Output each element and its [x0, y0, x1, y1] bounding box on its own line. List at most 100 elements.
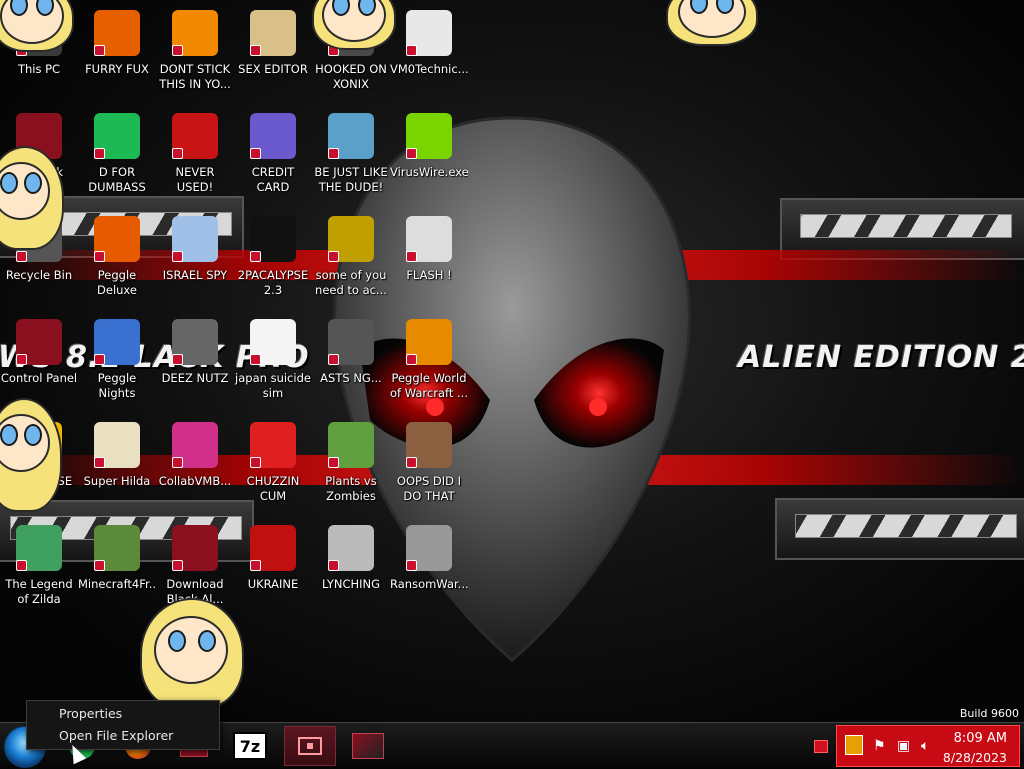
desktop-icon[interactable]: SEX EDITOR: [234, 10, 312, 77]
spotify-icon: [94, 113, 140, 159]
desktop-icon-label: Plants vs Zombies: [325, 474, 377, 503]
sneaker-icon: [406, 10, 452, 56]
credit-card-icon: [250, 113, 296, 159]
desktop-icon-label: Peggle Nights Deluxe: [97, 371, 137, 400]
desktop-icon[interactable]: FURRY FUX: [78, 10, 156, 77]
desktop-icon[interactable]: FLASH !: [390, 216, 468, 283]
desktop-icon-label: CHUZZIN CUM: [246, 474, 300, 503]
desktop-icon[interactable]: VirusWire.exe: [390, 113, 468, 180]
desktop-icon-label: 2PACALYPSE 2.3: [237, 268, 309, 297]
wallpaper-banner-right: ALIEN EDITION 201: [738, 340, 1024, 375]
limewire-icon: [406, 113, 452, 159]
record-icon: [298, 737, 322, 755]
shortcut-arrow-icon: [250, 148, 261, 159]
desktop-icon[interactable]: UKRAINE: [234, 525, 312, 592]
desktop-icon[interactable]: RansomWar...: [390, 525, 468, 592]
desktop-icon[interactable]: LYNCHING: [312, 525, 390, 592]
desktop-icon[interactable]: BE JUST LIKE THE DUDE!: [312, 113, 390, 195]
shortcut-arrow-icon: [172, 251, 183, 262]
spy-icon: [172, 216, 218, 262]
shortcut-arrow-icon: [406, 251, 417, 262]
desktop-icon[interactable]: DONT STICK THIS IN YO...: [156, 10, 234, 92]
desktop-icon-label: HOOKED ON XONIX: [315, 62, 387, 91]
desktop-icon-label: UKRAINE: [247, 577, 299, 591]
shortcut-arrow-icon: [406, 45, 417, 56]
desktop-icon[interactable]: Peggle Nights Deluxe: [78, 319, 156, 401]
dog-icon: [328, 216, 374, 262]
shortcut-arrow-icon: [328, 148, 339, 159]
stack-icon: [172, 319, 218, 365]
shortcut-arrow-icon: [16, 354, 27, 365]
desktop-icon-label: ISRAEL SPY: [162, 268, 228, 282]
volume-icon[interactable]: 🔈︎: [921, 738, 929, 754]
menu-item-properties[interactable]: Properties: [27, 703, 219, 725]
flower-icon: [328, 422, 374, 468]
desktop-icon[interactable]: D FOR DUMBASS: [78, 113, 156, 195]
gnome-icon: [328, 113, 374, 159]
shortcut-arrow-icon: [94, 148, 105, 159]
desktop-icon[interactable]: Minecraft4Fr...: [78, 525, 156, 592]
desktop-icon[interactable]: Download Black Al...: [156, 525, 234, 607]
shortcut-arrow-icon: [406, 560, 417, 571]
desktop-icon[interactable]: The Legend of Zilda: [0, 525, 78, 607]
desktop-icon[interactable]: VM0Technic...: [390, 10, 468, 77]
desktop-icon[interactable]: CollabVMB...: [156, 422, 234, 489]
notification-area: ⚑ ▣ 🔈︎ 8:09 AM 8/28/2023: [836, 725, 1020, 767]
chuzzle-icon: [250, 422, 296, 468]
shortcut-arrow-icon: [172, 457, 183, 468]
shortcut-arrow-icon: [16, 560, 27, 571]
shortcut-arrow-icon: [172, 354, 183, 365]
desktop-icon[interactable]: Peggle Deluxe: [78, 216, 156, 298]
desktop-icon[interactable]: OOPS DID I DO THAT: [390, 422, 468, 504]
network-icon[interactable]: ▣: [897, 738, 910, 754]
menu-item-open-file-explorer[interactable]: Open File Explorer: [27, 725, 219, 747]
desktop-icon-label: VirusWire.exe: [390, 165, 468, 179]
desktop-icon[interactable]: Control Panel: [0, 319, 78, 386]
desktop-icon-label: RansomWar...: [390, 577, 468, 591]
desktop-icon[interactable]: NEVER USED!: [156, 113, 234, 195]
desktop-icon[interactable]: Plants vs Zombies: [312, 422, 390, 504]
app-tray-icon[interactable]: [845, 735, 863, 755]
desktop-icon[interactable]: Peggle World of Warcraft ...: [390, 319, 468, 401]
clock-time[interactable]: 8:09 AM: [954, 731, 1007, 746]
show-hidden-icons[interactable]: [814, 740, 828, 753]
desktop-icon[interactable]: japan suicide sim: [234, 319, 312, 401]
desktop-icon[interactable]: ISRAEL SPY: [156, 216, 234, 283]
desktop-icon-label: Peggle Deluxe: [97, 268, 137, 297]
desktop-icon-label: This PC: [17, 62, 61, 76]
shortcut-arrow-icon: [94, 354, 105, 365]
desktop-icon-label: DONT STICK THIS IN YO...: [159, 62, 231, 91]
clock-date[interactable]: 8/28/2023: [943, 750, 1007, 765]
desktop-icon-label: The Legend of Zilda: [5, 577, 73, 606]
action-center-flag-icon[interactable]: ⚑: [873, 738, 886, 754]
taskbar-screen-recorder[interactable]: [284, 726, 336, 766]
document-icon: [250, 319, 296, 365]
taskbar-control-panel[interactable]: [342, 726, 394, 766]
shortcut-arrow-icon: [250, 560, 261, 571]
desktop-icon[interactable]: some of you need to ac...: [312, 216, 390, 298]
control-panel-icon: [352, 733, 384, 759]
shortcut-arrow-icon: [94, 457, 105, 468]
desktop-icon[interactable]: DEEZ NUTZ: [156, 319, 234, 386]
desktop-icon-label: Peggle World of Warcraft ...: [390, 371, 468, 400]
desktop-icon-label: Recycle Bin: [5, 268, 73, 282]
desktop-icon-label: NEVER USED!: [175, 165, 215, 194]
shortcut-arrow-icon: [94, 45, 105, 56]
peggle-icon: [94, 216, 140, 262]
desktop-icon-label: CREDIT CARD CHECKER: [251, 165, 295, 194]
desktop-icon[interactable]: 2PACALYPSE 2.3: [234, 216, 312, 298]
desktop-icon[interactable]: CREDIT CARD CHECKER: [234, 113, 312, 195]
desktop-icon[interactable]: Super Hilda: [78, 422, 156, 489]
shortcut-arrow-icon: [328, 457, 339, 468]
desktop-icon[interactable]: ASTS NG...: [312, 319, 390, 386]
shortcut-arrow-icon: [94, 560, 105, 571]
taskbar-7zip[interactable]: 7z: [224, 726, 276, 766]
shortcut-arrow-icon: [250, 457, 261, 468]
desktop-icon[interactable]: CHUZZIN CUM: [234, 422, 312, 504]
shortcut-arrow-icon: [16, 251, 27, 262]
skull-icon: [406, 525, 452, 571]
firefox-icon: [94, 10, 140, 56]
shortcut-arrow-icon: [172, 148, 183, 159]
app-icon: [328, 319, 374, 365]
desktop-icon-label: FLASH !: [406, 268, 452, 282]
